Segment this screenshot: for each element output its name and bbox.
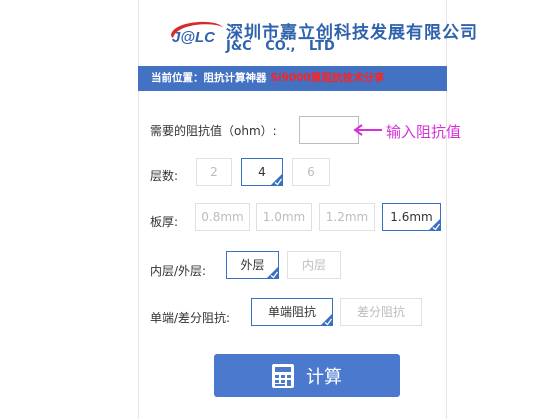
checkmark-icon xyxy=(428,218,441,231)
breadcrumb-label: 当前位置： xyxy=(151,72,204,84)
layers-label: 层数: xyxy=(150,169,179,183)
breadcrumb-current[interactable]: 阻抗计算神器 xyxy=(204,72,267,84)
layers-option-4[interactable]: 4 xyxy=(241,158,283,186)
impedance-input[interactable] xyxy=(299,116,359,144)
calculator-icon xyxy=(272,364,294,388)
impedance-type-label: 单端/差分阻抗: xyxy=(150,311,231,325)
impedance-hint: 输入阻抗值 xyxy=(386,123,462,141)
thickness-option-1.0mm[interactable]: 1.0mm xyxy=(256,203,312,231)
thickness-option-0.8mm[interactable]: 0.8mm xyxy=(195,203,250,231)
layer-side-option-outer[interactable]: 外层 xyxy=(226,251,279,279)
company-name-en: J&C CO., LTD xyxy=(226,39,335,54)
checkmark-icon xyxy=(320,313,333,326)
calculate-button[interactable]: 计算 xyxy=(214,354,400,397)
svg-text:J@LC: J@LC xyxy=(172,29,216,46)
thickness-option-1.6mm[interactable]: 1.6mm xyxy=(382,203,441,231)
breadcrumb-highlight-link[interactable]: Si9000算阻抗技术分享 xyxy=(271,72,385,84)
page-right-border xyxy=(446,0,447,419)
jlc-logo: J@LC xyxy=(167,14,225,48)
layers-option-6[interactable]: 6 xyxy=(292,158,330,186)
layer-side-label: 内层/外层: xyxy=(150,264,207,278)
checkmark-icon xyxy=(266,266,279,279)
impedance-type-option-single[interactable]: 单端阻抗 xyxy=(251,298,333,326)
impedance-label: 需要的阻抗值（ohm）: xyxy=(150,124,277,138)
layer-side-option-inner[interactable]: 内层 xyxy=(287,251,341,279)
impedance-type-option-differential[interactable]: 差分阻抗 xyxy=(340,298,422,326)
calculate-label: 计算 xyxy=(306,367,342,388)
page-left-border xyxy=(138,0,139,419)
checkmark-icon xyxy=(270,173,283,186)
thickness-label: 板厚: xyxy=(150,215,179,229)
breadcrumb: 当前位置：阻抗计算神器 Si9000算阻抗技术分享 xyxy=(138,66,447,91)
thickness-option-1.2mm[interactable]: 1.2mm xyxy=(319,203,375,231)
arrow-left-icon xyxy=(353,124,382,136)
layers-option-2[interactable]: 2 xyxy=(196,158,232,186)
